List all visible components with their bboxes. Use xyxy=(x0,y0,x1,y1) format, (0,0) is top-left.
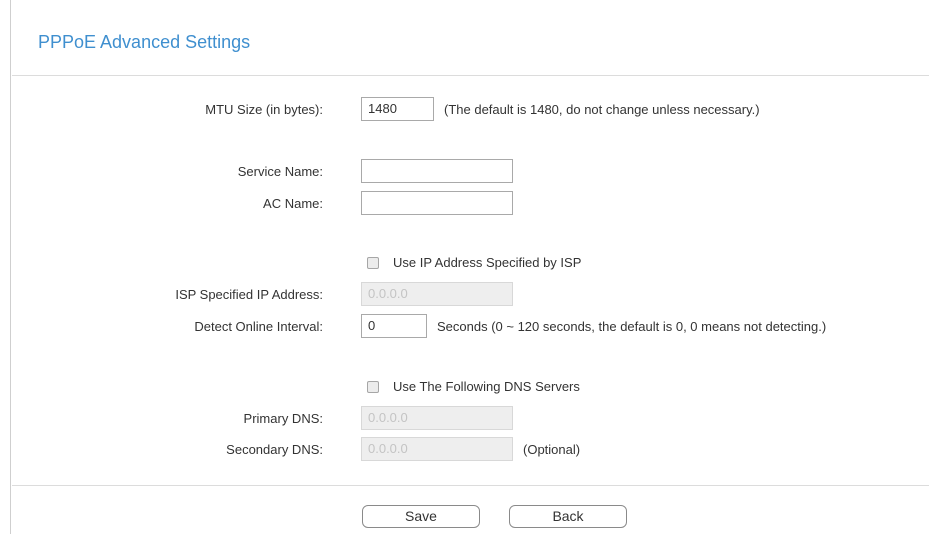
use-isp-ip-checkbox[interactable] xyxy=(367,257,379,269)
use-isp-ip-label: Use IP Address Specified by ISP xyxy=(393,255,582,270)
mtu-input[interactable]: 1480 xyxy=(361,97,434,121)
footer-divider xyxy=(12,485,929,486)
primary-dns-input[interactable]: 0.0.0.0 xyxy=(361,406,513,430)
use-dns-checkbox[interactable] xyxy=(367,381,379,393)
detect-interval-hint: Seconds (0 ~ 120 seconds, the default is… xyxy=(437,319,827,334)
back-button[interactable]: Back xyxy=(509,505,627,528)
mtu-hint: (The default is 1480, do not change unle… xyxy=(444,102,760,117)
save-button[interactable]: Save xyxy=(362,505,480,528)
isp-ip-label: ISP Specified IP Address: xyxy=(175,287,323,302)
title-divider xyxy=(12,75,929,76)
detect-interval-input[interactable]: 0 xyxy=(361,314,427,338)
secondary-dns-label: Secondary DNS: xyxy=(226,442,323,457)
primary-dns-label: Primary DNS: xyxy=(243,411,323,426)
ac-name-label: AC Name: xyxy=(263,196,323,211)
service-name-input[interactable] xyxy=(361,159,513,183)
isp-ip-input[interactable]: 0.0.0.0 xyxy=(361,282,513,306)
secondary-dns-input[interactable]: 0.0.0.0 xyxy=(361,437,513,461)
ac-name-input[interactable] xyxy=(361,191,513,215)
use-dns-label: Use The Following DNS Servers xyxy=(393,379,580,394)
detect-interval-label: Detect Online Interval: xyxy=(194,319,323,334)
mtu-label: MTU Size (in bytes): xyxy=(205,102,323,117)
page-title: PPPoE Advanced Settings xyxy=(38,32,251,52)
secondary-dns-hint: (Optional) xyxy=(523,442,581,457)
service-name-label: Service Name: xyxy=(237,164,323,179)
